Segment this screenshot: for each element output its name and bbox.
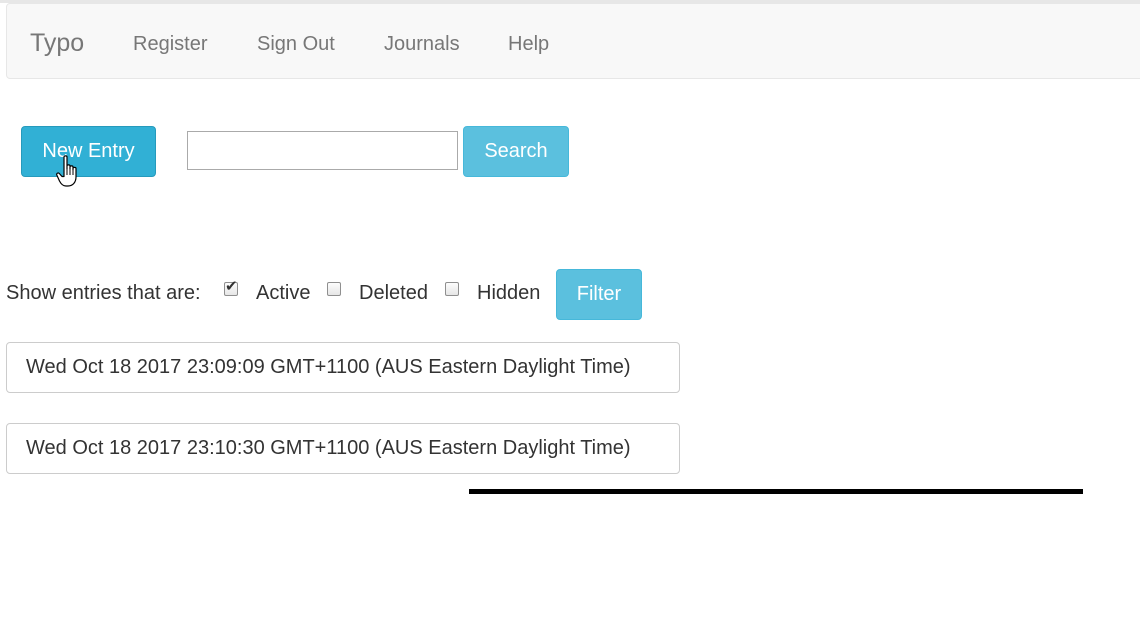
brand-link[interactable]: Typo — [30, 28, 84, 58]
hidden-label: Hidden — [477, 282, 541, 304]
horizontal-rule — [469, 489, 1083, 494]
nav-register-link[interactable]: Register — [133, 32, 207, 56]
new-entry-button[interactable]: New Entry — [21, 126, 156, 177]
nav-journals-link[interactable]: Journals — [384, 32, 460, 56]
deleted-label: Deleted — [359, 282, 428, 304]
deleted-checkbox[interactable] — [327, 282, 341, 296]
entry-item[interactable]: Wed Oct 18 2017 23:09:09 GMT+1100 (AUS E… — [6, 342, 680, 393]
active-label: Active — [256, 282, 311, 304]
navbar: Typo Register Sign Out Journals Help — [6, 3, 1140, 79]
filter-button[interactable]: Filter — [556, 269, 642, 320]
active-checkbox[interactable]: ✔ — [224, 278, 238, 296]
filter-prompt-label: Show entries that are: — [6, 282, 201, 304]
search-input[interactable] — [187, 131, 458, 170]
hand-pointer-icon — [56, 155, 77, 187]
nav-help-link[interactable]: Help — [508, 32, 549, 56]
hidden-checkbox[interactable] — [445, 282, 459, 296]
search-button[interactable]: Search — [463, 126, 569, 177]
checkmark-icon: ✔ — [225, 278, 238, 295]
nav-sign-out-link[interactable]: Sign Out — [257, 32, 335, 56]
entry-item[interactable]: Wed Oct 18 2017 23:10:30 GMT+1100 (AUS E… — [6, 423, 680, 474]
